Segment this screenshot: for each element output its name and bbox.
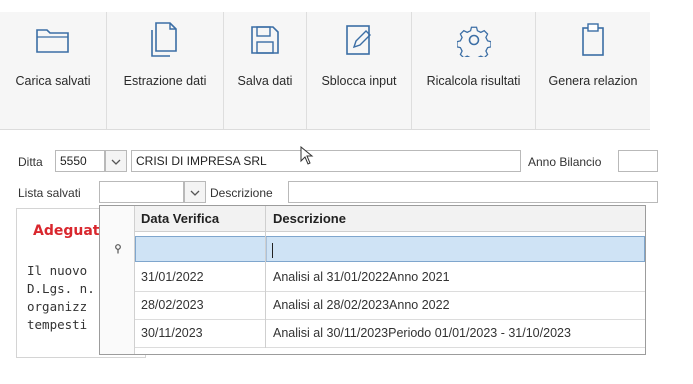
anno-bilancio-label: Anno Bilancio: [528, 155, 602, 169]
panel-line: tempesti: [27, 317, 88, 332]
estrazione-dati-label: Estrazione dati: [123, 74, 207, 88]
clipboard-icon: [573, 20, 613, 60]
salva-dati-button[interactable]: Salva dati: [224, 12, 307, 129]
description-cell: Analisi al 30/11/2023Periodo 01/01/2023 …: [273, 326, 571, 340]
text-cursor: [272, 243, 273, 258]
salva-dati-label: Salva dati: [237, 74, 293, 88]
filter-row[interactable]: [135, 236, 645, 262]
sblocca-input-button[interactable]: Sblocca input: [307, 12, 412, 129]
genera-relazione-button[interactable]: Genera relazion: [536, 12, 650, 129]
descrizione-field[interactable]: [288, 181, 658, 203]
chevron-down-icon: [190, 185, 200, 199]
column-separator: [265, 206, 266, 231]
ditta-dropdown-button[interactable]: [105, 150, 127, 172]
description-cell: Analisi al 28/02/2023Anno 2022: [273, 298, 450, 312]
date-cell: 28/02/2023: [141, 298, 204, 312]
row-indicator-column: [100, 206, 135, 354]
lista-salvati-dropdown-button[interactable]: [184, 181, 206, 203]
column-header-data-verifica[interactable]: Data Verifica: [137, 206, 223, 232]
description-cell: Analisi al 31/01/2022Anno 2021: [273, 270, 450, 284]
lista-salvati-field[interactable]: [99, 181, 184, 203]
anno-bilancio-field[interactable]: [618, 150, 658, 172]
table-row[interactable]: 31/01/2022 Analisi al 31/01/2022Anno 202…: [135, 264, 645, 292]
table-row[interactable]: 28/02/2023 Analisi al 28/02/2023Anno 202…: [135, 292, 645, 320]
date-cell: 30/11/2023: [141, 326, 203, 340]
gear-icon: [454, 20, 494, 60]
carica-salvati-label: Carica salvati: [15, 74, 91, 88]
chevron-down-icon: [111, 154, 121, 168]
ribbon-toolbar: Carica salvati Estrazione dati Salva dat…: [0, 12, 650, 130]
ricalcola-risultati-label: Ricalcola risultati: [426, 74, 521, 88]
panel-line: D.Lgs. n.: [27, 281, 95, 296]
folder-icon: [33, 20, 73, 60]
sblocca-input-label: Sblocca input: [321, 74, 397, 88]
panel-line: organizz: [27, 299, 88, 314]
date-cell: 31/01/2022: [141, 270, 204, 284]
ribbon-top-strip: [0, 0, 650, 12]
panel-line: Il nuovo: [27, 263, 88, 278]
ditta-label: Ditta: [18, 155, 43, 169]
estrazione-dati-button[interactable]: Estrazione dati: [107, 12, 224, 129]
genera-relazione-label: Genera relazion: [548, 74, 638, 88]
column-separator: [265, 232, 266, 348]
copy-documents-icon: [145, 20, 185, 60]
grid-header: Data Verifica Descrizione: [135, 206, 645, 232]
descrizione-label: Descrizione: [210, 186, 273, 200]
column-separator: [266, 237, 267, 261]
lista-salvati-label: Lista salvati: [18, 186, 81, 200]
pin-icon: [114, 243, 122, 257]
ditta-code-field[interactable]: 5550: [55, 150, 105, 172]
carica-salvati-button[interactable]: Carica salvati: [0, 12, 107, 129]
mouse-pointer-icon: [300, 145, 314, 169]
ditta-name-field[interactable]: CRISI DI IMPRESA SRL: [131, 150, 521, 172]
ricalcola-risultati-button[interactable]: Ricalcola risultati: [412, 12, 536, 129]
panel-heading: Adeguat: [33, 223, 100, 239]
edit-document-icon: [339, 20, 379, 60]
column-header-descrizione[interactable]: Descrizione: [269, 206, 350, 232]
lista-salvati-dropdown: Data Verifica Descrizione 31/01/2022 Ana…: [99, 205, 646, 355]
floppy-disk-icon: [245, 20, 285, 60]
table-row[interactable]: 30/11/2023 Analisi al 30/11/2023Periodo …: [135, 320, 645, 348]
